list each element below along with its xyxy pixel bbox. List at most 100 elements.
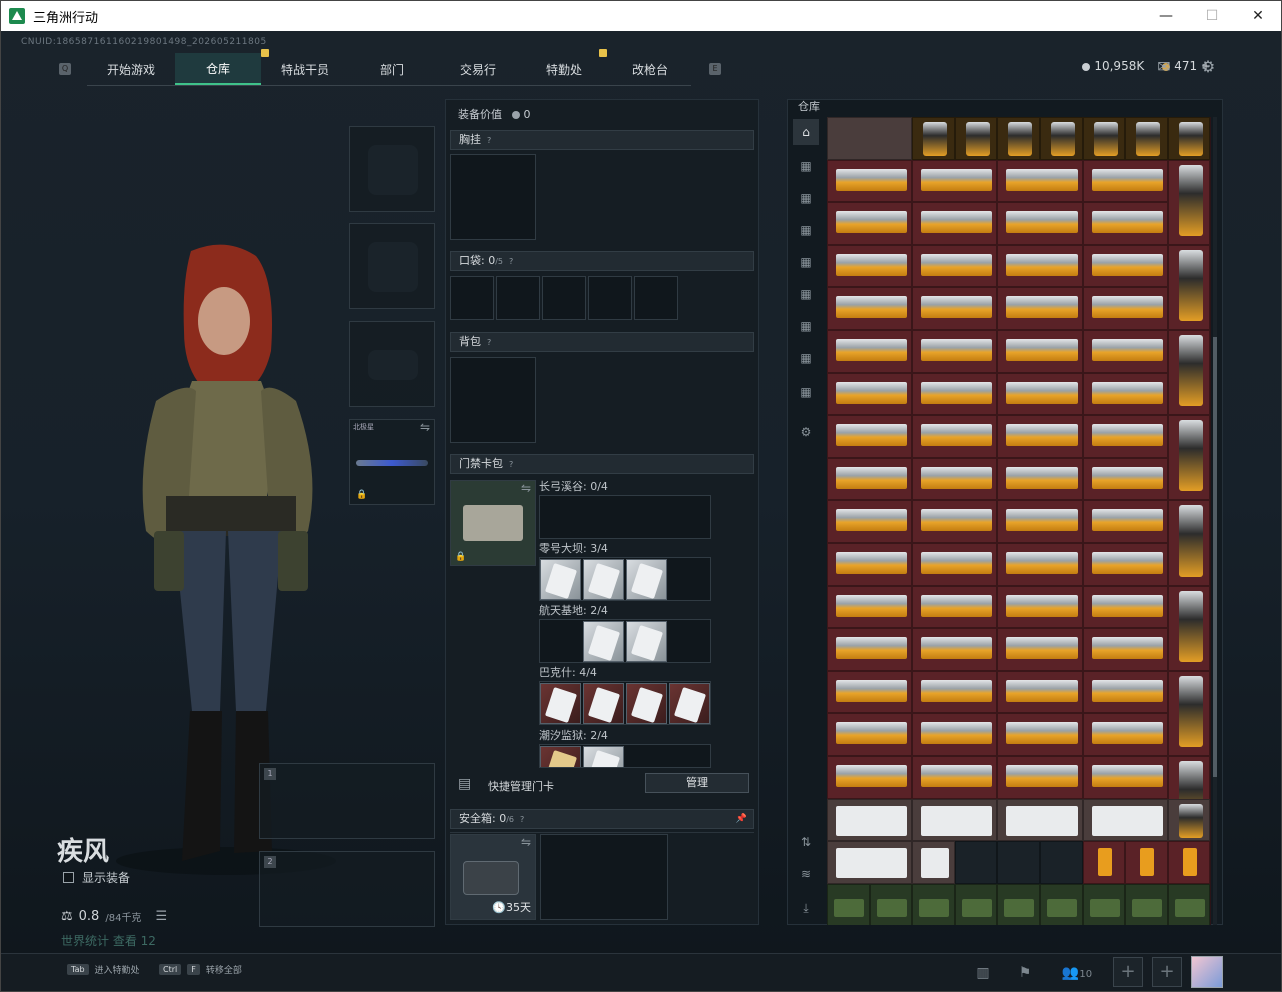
invite-slot-button[interactable]: + xyxy=(1113,957,1143,987)
inventory-item[interactable] xyxy=(827,202,913,245)
inventory-item[interactable] xyxy=(1125,883,1168,925)
mail-icon[interactable]: ✉ xyxy=(1154,57,1174,76)
gear-icon[interactable]: ⚙ xyxy=(793,419,819,445)
inventory-item[interactable] xyxy=(997,415,1083,458)
inventory-item[interactable] xyxy=(1082,585,1168,629)
inventory-item[interactable] xyxy=(912,756,998,799)
keycard-item[interactable] xyxy=(540,746,581,767)
inventory-item[interactable] xyxy=(997,202,1083,245)
inventory-item[interactable] xyxy=(1082,798,1168,842)
inventory-item[interactable] xyxy=(827,372,913,416)
inventory-item[interactable] xyxy=(997,756,1083,799)
inventory-item[interactable] xyxy=(997,330,1083,373)
keycard-item[interactable] xyxy=(583,746,624,767)
inventory-item[interactable] xyxy=(997,244,1083,288)
inventory-item[interactable] xyxy=(827,798,913,842)
inventory-item[interactable] xyxy=(997,628,1083,671)
swap-icon[interactable]: ⇋ xyxy=(521,481,531,495)
inventory-item[interactable] xyxy=(827,457,913,501)
swap-icon[interactable]: ⇋ xyxy=(521,835,531,849)
storage-tab-icon[interactable]: ▦ xyxy=(793,281,819,307)
organize-icon[interactable]: ⤓ xyxy=(793,895,819,921)
inventory-item[interactable] xyxy=(1167,415,1211,501)
inventory-item[interactable] xyxy=(1082,500,1168,543)
inventory-item[interactable] xyxy=(912,585,998,629)
chest-rig-slot[interactable] xyxy=(450,154,536,240)
inventory-item[interactable] xyxy=(827,244,913,288)
inventory-item[interactable] xyxy=(827,585,913,629)
inventory-item[interactable] xyxy=(1167,798,1211,842)
warehouse-grid[interactable] xyxy=(827,117,1211,925)
maximize-button[interactable]: ☐ xyxy=(1189,1,1235,31)
inventory-item[interactable] xyxy=(1125,841,1168,884)
helmet-slot[interactable] xyxy=(349,126,435,212)
keycard-grid-dam[interactable] xyxy=(539,557,711,601)
inventory-item[interactable] xyxy=(912,330,998,373)
inventory-item[interactable] xyxy=(1167,117,1211,160)
inventory-item[interactable] xyxy=(827,330,913,373)
inventory-item[interactable] xyxy=(1082,159,1168,203)
safebox-slot[interactable]: ⇋ 🕓35天 xyxy=(450,834,536,920)
inventory-item[interactable] xyxy=(1082,713,1168,756)
empty-slot[interactable] xyxy=(954,841,998,884)
inventory-item[interactable] xyxy=(827,415,913,458)
keycard-item[interactable] xyxy=(583,621,624,662)
inventory-item[interactable] xyxy=(1167,500,1211,586)
stats-icon[interactable]: ▥ xyxy=(971,961,995,985)
inventory-item[interactable] xyxy=(912,713,998,756)
inventory-item[interactable] xyxy=(997,713,1083,756)
inventory-item[interactable] xyxy=(997,798,1083,842)
inventory-item[interactable] xyxy=(1082,756,1168,799)
inventory-item[interactable] xyxy=(1082,372,1168,416)
keycard-item[interactable] xyxy=(669,683,710,724)
inventory-item[interactable] xyxy=(1082,628,1168,671)
inventory-item[interactable] xyxy=(1082,415,1168,458)
warehouse-scrollbar[interactable] xyxy=(1213,117,1217,925)
pocket-slot[interactable] xyxy=(542,276,586,320)
world-stats-link[interactable]: 世界统计 查看 12 xyxy=(61,932,156,949)
inventory-item[interactable] xyxy=(912,244,998,288)
inventory-item[interactable] xyxy=(827,670,913,714)
inventory-item[interactable] xyxy=(997,372,1083,416)
help-icon[interactable]: ? xyxy=(487,338,491,347)
inventory-item[interactable] xyxy=(827,117,913,160)
checkbox[interactable] xyxy=(63,872,74,883)
swap-icon[interactable]: ⇋ xyxy=(420,420,430,434)
inventory-item[interactable] xyxy=(827,543,913,586)
pocket-slot[interactable] xyxy=(588,276,632,320)
inventory-item[interactable] xyxy=(827,713,913,756)
backpack-slot[interactable] xyxy=(450,357,536,443)
inventory-item[interactable] xyxy=(912,159,998,203)
primary-weapon-slot-2[interactable]: 2 xyxy=(259,851,435,927)
keycard-item[interactable] xyxy=(626,683,667,724)
pocket-slot[interactable] xyxy=(496,276,540,320)
list-icon[interactable]: ☰ xyxy=(155,909,167,924)
keycard-grid-longbow[interactable] xyxy=(539,495,711,539)
inventory-item[interactable] xyxy=(827,841,913,884)
keycard-grid-spaceport[interactable] xyxy=(539,619,711,663)
inventory-item[interactable] xyxy=(1082,841,1126,884)
layers-icon[interactable]: ≋ xyxy=(793,861,819,887)
inventory-item[interactable] xyxy=(827,287,913,330)
inventory-item[interactable] xyxy=(912,628,998,671)
show-equipment-toggle[interactable]: 显示装备 xyxy=(63,869,130,886)
pin-icon[interactable]: 📌 xyxy=(736,810,747,828)
storage-tab-icon[interactable]: ▦ xyxy=(793,249,819,275)
help-icon[interactable]: ? xyxy=(509,257,513,266)
inventory-item[interactable] xyxy=(912,457,998,501)
inventory-item[interactable] xyxy=(1082,543,1168,586)
tab-trade[interactable]: 交易行 xyxy=(435,53,521,85)
enter-special-ops-hint[interactable]: Tab 进入特勤处 xyxy=(67,963,140,976)
inventory-item[interactable] xyxy=(1167,841,1211,884)
inventory-item[interactable] xyxy=(912,883,955,925)
invite-slot-button[interactable]: + xyxy=(1152,957,1182,987)
inventory-item[interactable] xyxy=(1167,244,1211,330)
inventory-item[interactable] xyxy=(1082,670,1168,714)
inventory-item[interactable] xyxy=(1082,244,1168,288)
inventory-item[interactable] xyxy=(1040,117,1083,160)
inventory-item[interactable] xyxy=(869,883,913,925)
inventory-item[interactable] xyxy=(1167,670,1211,756)
inventory-item[interactable] xyxy=(997,883,1040,925)
inventory-item[interactable] xyxy=(1167,159,1211,245)
inventory-item[interactable] xyxy=(912,287,998,330)
